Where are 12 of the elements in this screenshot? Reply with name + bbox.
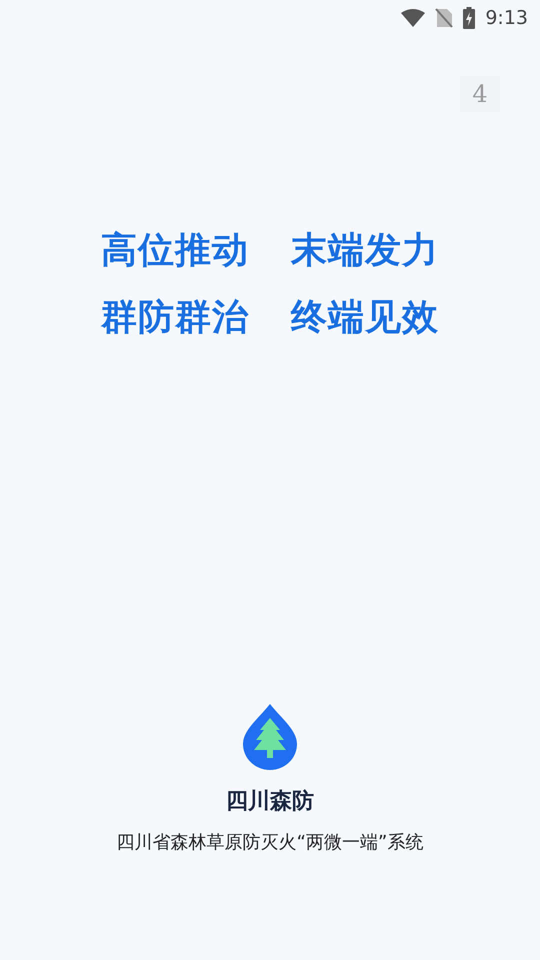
battery-charging-icon (463, 7, 476, 29)
app-subtitle: 四川省森林草原防灭火“两微一端”系统 (116, 831, 424, 854)
slogan-text: 末端发力 (291, 229, 439, 272)
no-sim-icon (435, 8, 454, 28)
slogan-text: 群防群治 (101, 296, 249, 339)
tree-drop-logo (243, 704, 297, 770)
status-time: 9:13 (485, 7, 528, 29)
countdown-button[interactable]: 4 (460, 76, 500, 112)
slogan-text: 终端见效 (291, 296, 439, 339)
wifi-icon (401, 9, 426, 27)
app-name: 四川森防 (226, 788, 314, 816)
slogan-text: 高位推动 (101, 229, 249, 272)
